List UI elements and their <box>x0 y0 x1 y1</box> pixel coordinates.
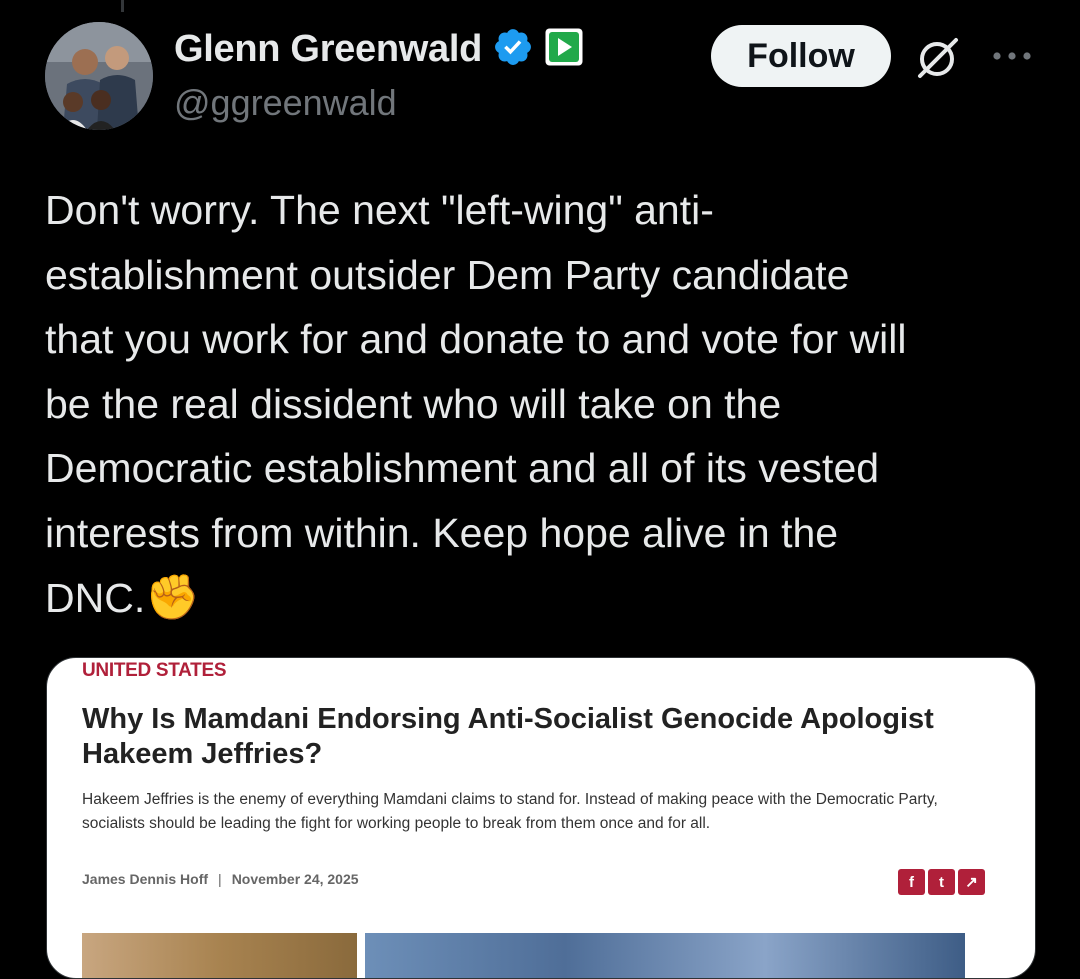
avatar[interactable] <box>45 22 153 130</box>
card-date: November 24, 2025 <box>231 871 359 887</box>
author-name[interactable]: Glenn Greenwald <box>174 28 482 71</box>
card-byline: James Dennis Hoff | November 24, 2025 <box>82 871 359 887</box>
tweet-body: Don't worry. The next "left-wing" anti- … <box>45 187 907 621</box>
grok-icon[interactable] <box>912 32 964 89</box>
author-handle[interactable]: @ggreenwald <box>174 82 397 124</box>
link-card[interactable]: UNITED STATES Why Is Mamdani Endorsing A… <box>46 657 1036 979</box>
card-dek: Hakeem Jeffries is the enemy of everythi… <box>82 791 938 832</box>
facebook-icon[interactable]: f <box>898 869 925 895</box>
share-icon[interactable]: ↗ <box>958 869 985 895</box>
twitter-icon[interactable]: t <box>928 869 955 895</box>
play-badge-icon[interactable] <box>544 27 584 72</box>
tweet-text: Don't worry. The next "left-wing" anti- … <box>45 178 1045 630</box>
byline-separator: | <box>218 871 222 887</box>
follow-button[interactable]: Follow <box>711 25 891 87</box>
share-buttons: f t ↗ <box>898 869 985 895</box>
verified-badge-icon[interactable] <box>492 26 534 73</box>
more-icon[interactable] <box>990 43 1034 74</box>
avatar-photo <box>45 22 153 130</box>
card-image-right <box>365 933 965 978</box>
thread-connector <box>121 0 124 12</box>
card-image-left <box>82 933 357 978</box>
card-headline: Why Is Mamdani Endorsing Anti-Socialist … <box>82 703 934 770</box>
card-kicker: UNITED STATES <box>82 660 227 681</box>
card-author: James Dennis Hoff <box>82 871 209 887</box>
raised-fist-emoji: ✊ <box>145 572 201 622</box>
author-name-row: Glenn Greenwald <box>174 26 584 73</box>
